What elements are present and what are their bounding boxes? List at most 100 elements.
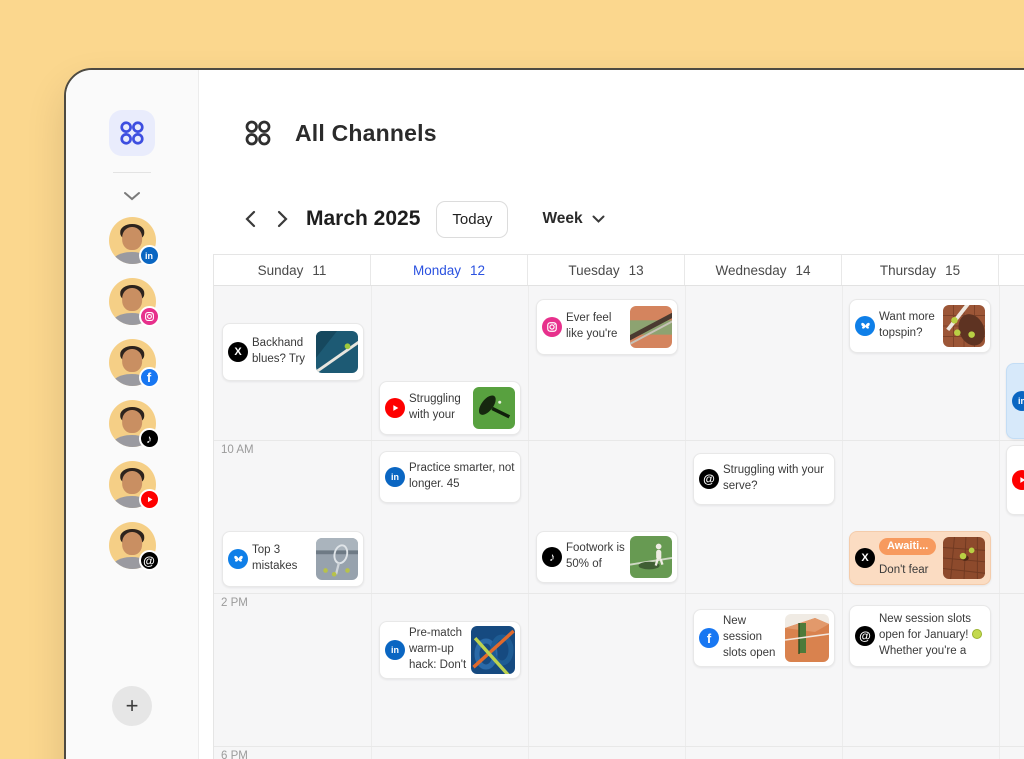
time-label: 2 PM [221,597,248,609]
time-gridline [214,593,1024,594]
day-header-partial [999,255,1024,285]
facebook-icon: f [139,367,160,388]
day-date: 12 [470,263,485,278]
all-channels-grid-button[interactable] [109,110,155,156]
calendar-event-bluesky-top3[interactable]: Top 3 mistakes [222,531,364,587]
day-date: 13 [629,263,644,278]
channel-avatar-tiktok[interactable]: ♪ [109,400,156,447]
time-gridline [214,440,1024,441]
calendar-event-linkedin-practice[interactable]: in Practice smarter, not longer. 45 [379,451,521,503]
prev-week-button[interactable] [234,203,266,235]
channel-avatar-threads[interactable]: @ [109,522,156,569]
calendar-event-threads-serve[interactable]: @ Struggling with your serve? [693,453,835,505]
event-text: Practice smarter, not longer. 45 [409,461,515,493]
day-header-wednesday[interactable]: Wednesday 14 [685,255,842,285]
event-text: Struggling with your serve? [723,463,829,495]
calendar-toolbar: March 2025 Today Week All posts [234,198,1024,240]
grid-column-line [999,286,1000,759]
channel-avatar-instagram[interactable] [109,278,156,325]
calendar-event-linkedin-partial[interactable]: in [1006,363,1024,439]
page-title: All Channels [295,120,437,147]
calendar-event-bluesky-topspin[interactable]: Want more topspin? [849,299,991,353]
post-thumbnail [943,305,985,347]
time-gridline [214,746,1024,747]
calendar-event-threads-january[interactable]: @ New session slots open for January! Wh… [849,605,991,667]
event-text: Backhand blues? Try [252,336,312,368]
tiktok-icon: ♪ [542,547,562,567]
calendar-event-youtube-partial[interactable] [1006,445,1024,515]
grid-column-line [842,286,843,759]
tennis-ball-emoji [972,629,982,639]
next-week-button[interactable] [266,203,298,235]
day-header-monday[interactable]: Monday 12 [371,255,528,285]
event-text-line: Whether you're a [879,645,966,657]
calendar-event-linkedin-prematch[interactable]: in Pre-match warm-up hack: Don't [379,621,521,679]
threads-icon: @ [699,469,719,489]
calendar-event-x-backhand[interactable]: X Backhand blues? Try [222,323,364,381]
chevron-down-icon[interactable] [117,185,147,207]
instagram-icon [139,306,160,327]
threads-icon: @ [139,550,160,571]
view-select-value: Week [542,210,582,228]
post-thumbnail [630,306,672,348]
day-date: 15 [945,263,960,278]
bluesky-icon [855,316,875,336]
calendar-event-x-awaiting[interactable]: X Awaiti... Don't fear [849,531,991,585]
bluesky-icon [228,549,248,569]
linkedin-icon: in [1012,391,1024,411]
calendar-event-tiktok-footwork[interactable]: ♪ Footwork is 50% of [536,531,678,583]
post-thumbnail [471,626,515,674]
calendar-event-instagram-everfeel[interactable]: Ever feel like you're [536,299,678,355]
facebook-icon: f [699,628,719,648]
tiktok-icon: ♪ [139,428,160,449]
day-header-sunday[interactable]: Sunday 11 [214,255,371,285]
channel-avatar-facebook[interactable]: f [109,339,156,386]
linkedin-icon: in [385,467,405,487]
app-window: in f ♪ [64,68,1024,759]
day-header-row: Sunday 11 Monday 12 Tuesday 13 Wednesday… [214,255,1024,286]
day-name: Sunday [258,263,304,278]
channel-list: in f ♪ [109,217,156,569]
grid-circles-icon [243,118,273,148]
post-thumbnail [943,537,985,579]
day-date: 14 [796,263,811,278]
plus-icon: + [126,695,139,717]
linkedin-icon: in [385,640,405,660]
chevron-down-icon [592,215,605,223]
event-text: Footwork is 50% of [566,541,626,573]
calendar-event-facebook-slots[interactable]: f New session slots open [693,609,835,667]
event-text: New session slots open for January! Whet… [879,612,985,660]
day-name: Tuesday [568,263,619,278]
event-text: Awaiti... Don't fear [879,538,939,579]
time-label: 6 PM [221,750,248,759]
post-thumbnail [785,614,829,662]
view-select-dropdown[interactable]: Week [542,210,604,228]
event-text: Want more topspin? [879,310,939,342]
event-text-line: New session slots open for January! [879,613,971,641]
youtube-icon [1012,470,1024,490]
channel-avatar-linkedin[interactable]: in [109,217,156,264]
grid-circles-icon [118,119,146,147]
event-text-line: Don't fear [879,564,929,576]
post-thumbnail [316,331,358,373]
instagram-icon [542,317,562,337]
grid-column-line [371,286,372,759]
page-header: All Channels [243,118,437,148]
calendar-event-youtube-struggling[interactable]: Struggling with your [379,381,521,435]
day-header-thursday[interactable]: Thursday 15 [842,255,999,285]
today-button[interactable]: Today [436,201,508,238]
event-text: Pre-match warm-up hack: Don't [409,626,467,674]
day-header-tuesday[interactable]: Tuesday 13 [528,255,685,285]
event-text: Top 3 mistakes [252,543,312,575]
day-date: 11 [312,263,326,278]
time-label: 10 AM [221,444,254,456]
sidebar: in f ♪ [66,70,199,759]
youtube-icon [139,489,160,510]
add-channel-button[interactable]: + [112,686,152,726]
grid-column-line [528,286,529,759]
channel-avatar-youtube[interactable] [109,461,156,508]
event-text: Struggling with your [409,392,469,424]
post-thumbnail [630,536,672,578]
sidebar-divider [113,172,151,173]
post-thumbnail [316,538,358,580]
